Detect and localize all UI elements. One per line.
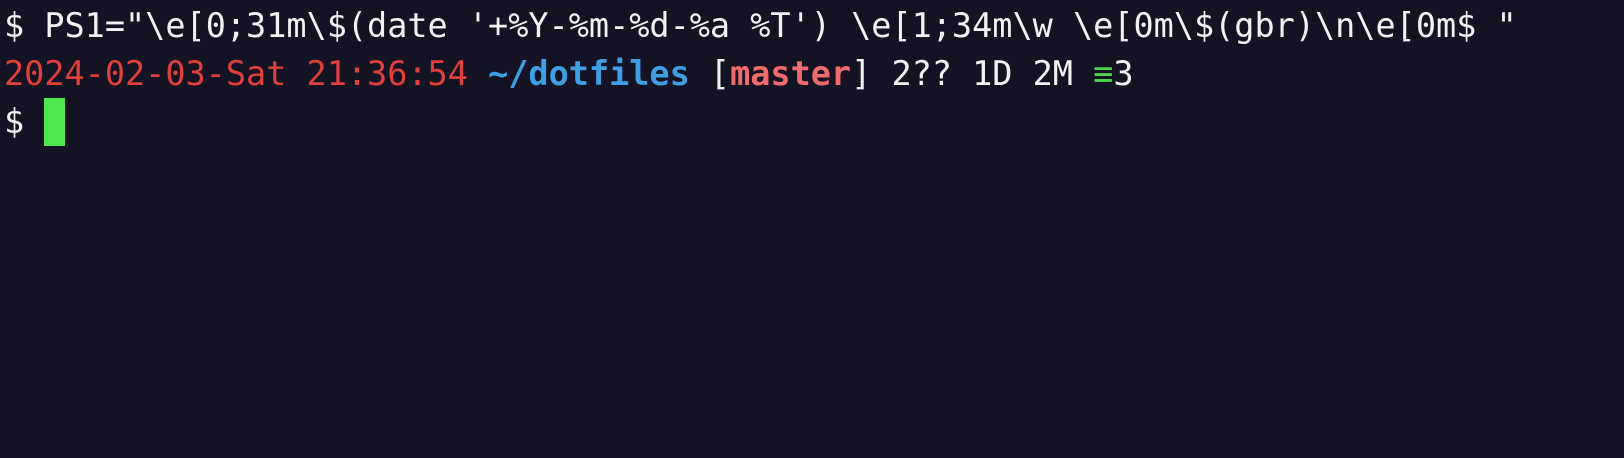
git-status-summary: 2?? 1D 2M	[891, 54, 1073, 93]
branch-bracket-close: ]	[851, 54, 872, 93]
block-cursor	[44, 98, 66, 146]
terminal-window[interactable]: $ PS1="\e[0;31m\$(date '+%Y-%m-%d-%a %T'…	[0, 0, 1624, 458]
ahead-behind-icon: ≡	[1093, 54, 1114, 93]
command-history-line: $ PS1="\e[0;31m\$(date '+%Y-%m-%d-%a %T'…	[4, 2, 1624, 50]
prompt-status-line: 2024-02-03-Sat 21:36:54 ~/dotfiles [mast…	[4, 50, 1624, 98]
git-branch-name: master	[730, 54, 852, 93]
shell-prompt: $	[4, 6, 45, 45]
branch-bracket-open: [	[709, 54, 731, 93]
ps1-command: PS1="\e[0;31m\$(date '+%Y-%m-%d-%a %T') …	[44, 6, 1517, 45]
input-line[interactable]: $	[4, 98, 1624, 146]
prompt-datetime: 2024-02-03-Sat 21:36:54	[4, 54, 468, 93]
prompt-directory: ~/dotfiles	[488, 54, 690, 93]
ahead-count: 3	[1113, 54, 1134, 93]
input-prompt: $	[4, 102, 45, 141]
